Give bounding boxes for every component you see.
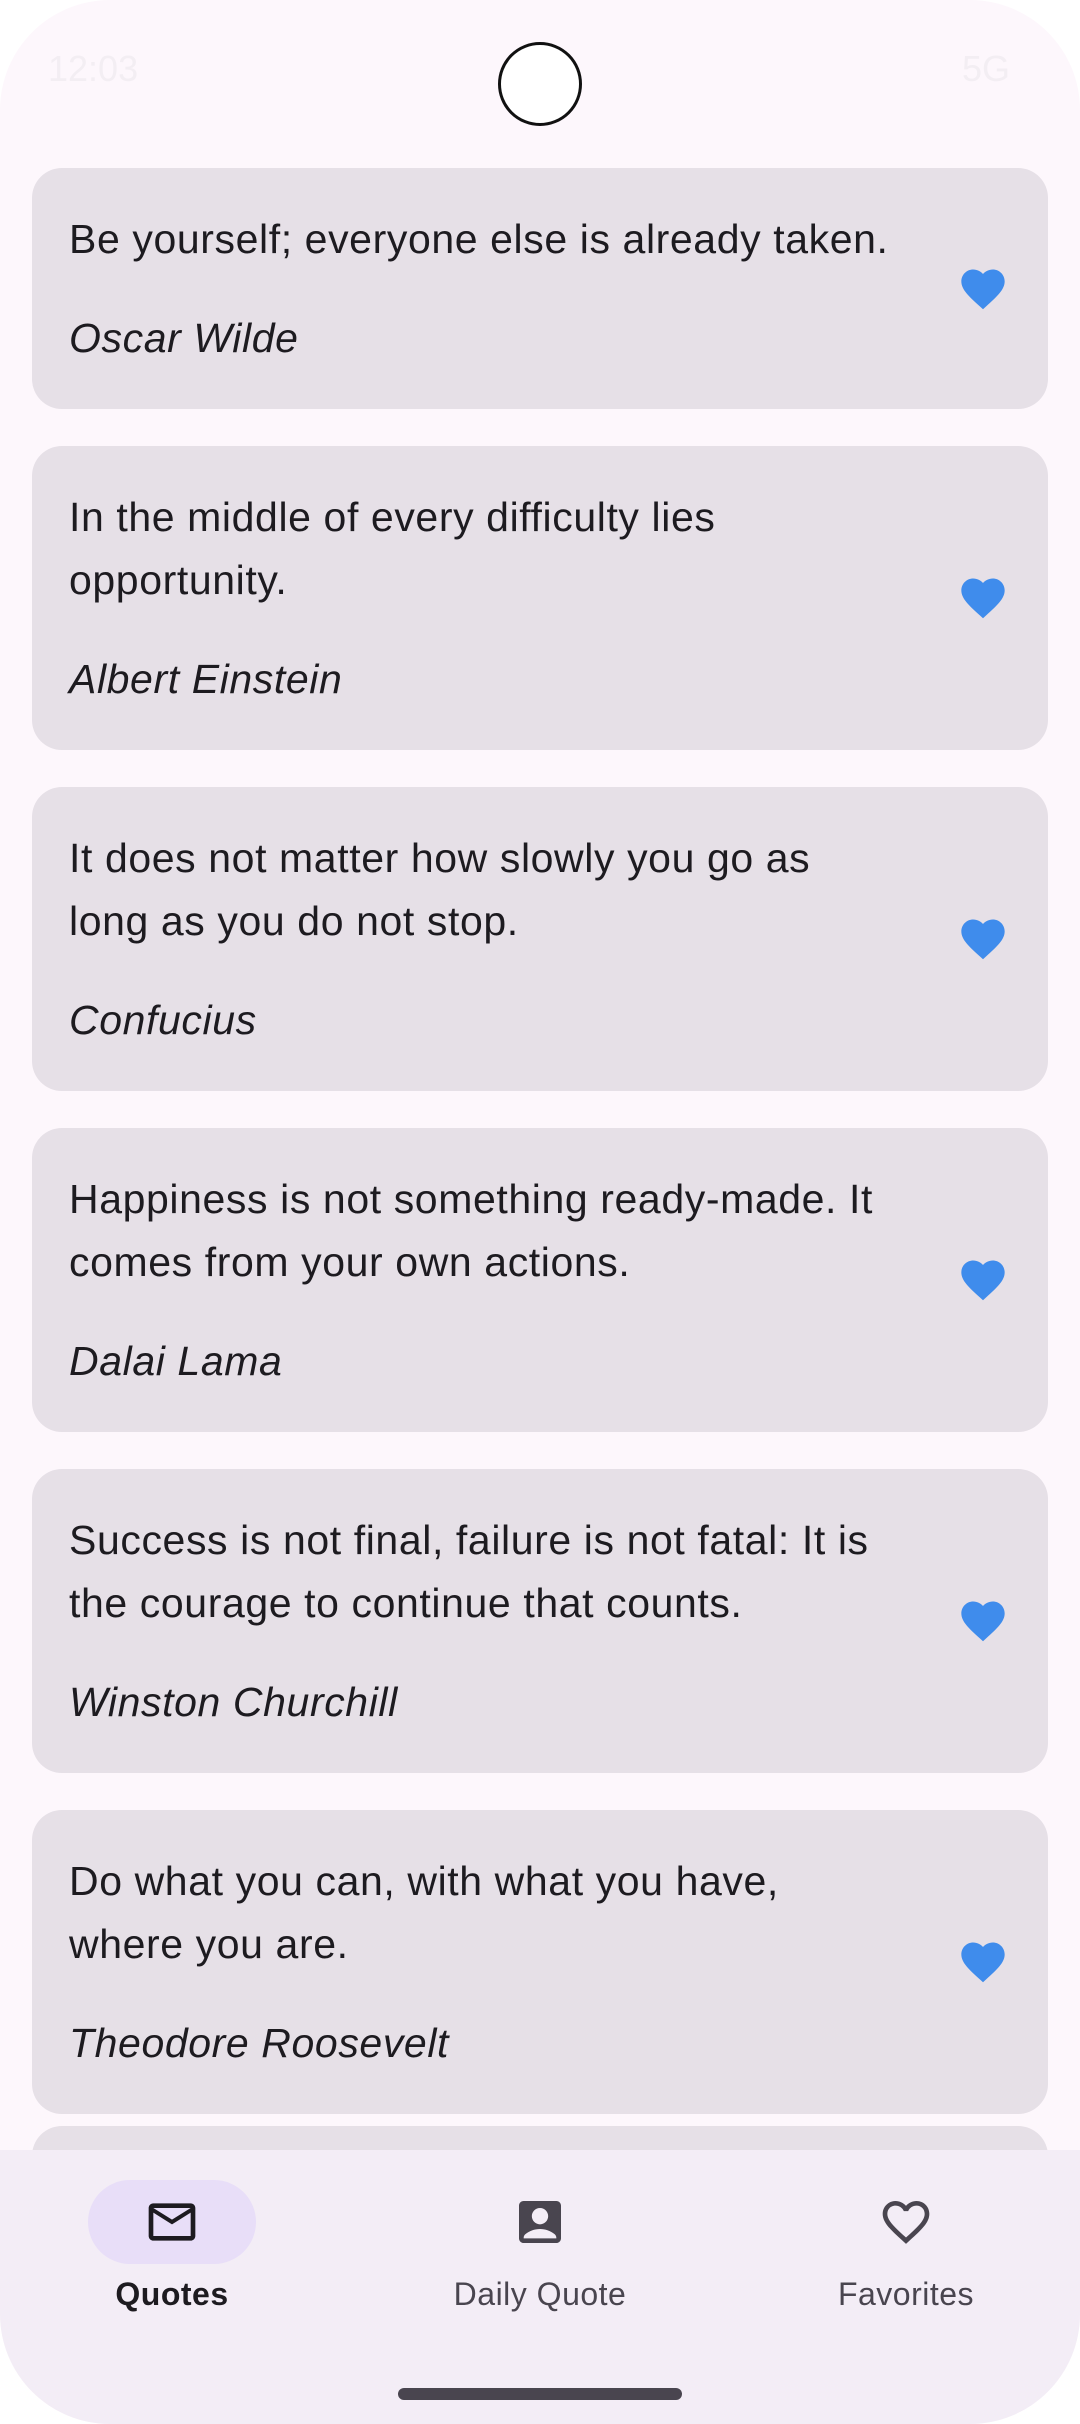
nav-label: Quotes: [115, 2276, 229, 2312]
contact-card-icon: [519, 2201, 561, 2243]
heart-icon: [961, 1260, 1005, 1301]
nav-active-indicator: [88, 2180, 256, 2264]
quote-card[interactable]: Success is not final, failure is not fat…: [32, 1469, 1048, 1773]
heart-icon: [961, 1942, 1005, 1983]
nav-item-favorites[interactable]: Favorites: [756, 2180, 1056, 2320]
quote-author: Confucius: [69, 997, 257, 1043]
status-time: 12:03: [48, 48, 139, 89]
nav-item-quotes[interactable]: Quotes: [22, 2180, 322, 2320]
nav-indicator: [822, 2180, 990, 2264]
favorite-button[interactable]: [938, 1235, 1028, 1325]
mail-icon: [148, 2203, 196, 2241]
nav-label: Daily Quote: [453, 2276, 627, 2312]
quote-author: Winston Churchill: [69, 1679, 398, 1725]
quote-author: Oscar Wilde: [69, 315, 299, 361]
heart-icon: [961, 1601, 1005, 1642]
front-camera: [498, 42, 582, 126]
heart-outline-icon: [882, 2201, 930, 2244]
heart-icon: [961, 578, 1005, 619]
status-bar: 12:03 5G: [0, 0, 1080, 140]
quote-author: Albert Einstein: [69, 656, 343, 702]
bottom-navigation: Quotes Daily Quote Favorites: [0, 2150, 1080, 2424]
favorite-button[interactable]: [938, 244, 1028, 334]
quote-card[interactable]: It does not matter how slowly you go as …: [32, 787, 1048, 1091]
quote-text: Success is not final, failure is not fat…: [69, 1517, 869, 1626]
nav-item-daily-quote[interactable]: Daily Quote: [390, 2180, 690, 2320]
home-indicator[interactable]: [398, 2388, 682, 2400]
quote-card[interactable]: Be yourself; everyone else is already ta…: [32, 168, 1048, 409]
phone-screen: 12:03 5G Be yourself; everyone else is a…: [0, 0, 1080, 2424]
heart-icon: [961, 919, 1005, 960]
quote-author: Dalai Lama: [69, 1338, 283, 1384]
nav-indicator: [456, 2180, 624, 2264]
quote-card[interactable]: Happiness is not something ready-made. I…: [32, 1128, 1048, 1432]
quote-text: Do what you can, with what you have, whe…: [69, 1858, 779, 1967]
favorite-button[interactable]: [938, 553, 1028, 643]
quote-text: Be yourself; everyone else is already ta…: [69, 216, 889, 262]
favorite-button[interactable]: [938, 1576, 1028, 1666]
quote-list[interactable]: Be yourself; everyone else is already ta…: [32, 168, 1048, 2151]
status-network: 5G: [961, 48, 1010, 89]
quote-card[interactable]: In the middle of every difficulty lies o…: [32, 446, 1048, 750]
nav-label: Favorites: [837, 2276, 975, 2312]
favorite-button[interactable]: [938, 894, 1028, 984]
favorite-button[interactable]: [938, 1917, 1028, 2007]
heart-icon: [961, 269, 1005, 309]
quote-text: In the middle of every difficulty lies o…: [69, 494, 716, 603]
quote-card[interactable]: Do what you can, with what you have, whe…: [32, 1810, 1048, 2114]
quote-text: Happiness is not something ready-made. I…: [69, 1176, 873, 1285]
quote-author: Theodore Roosevelt: [69, 2020, 450, 2066]
quote-text: It does not matter how slowly you go as …: [69, 835, 811, 944]
